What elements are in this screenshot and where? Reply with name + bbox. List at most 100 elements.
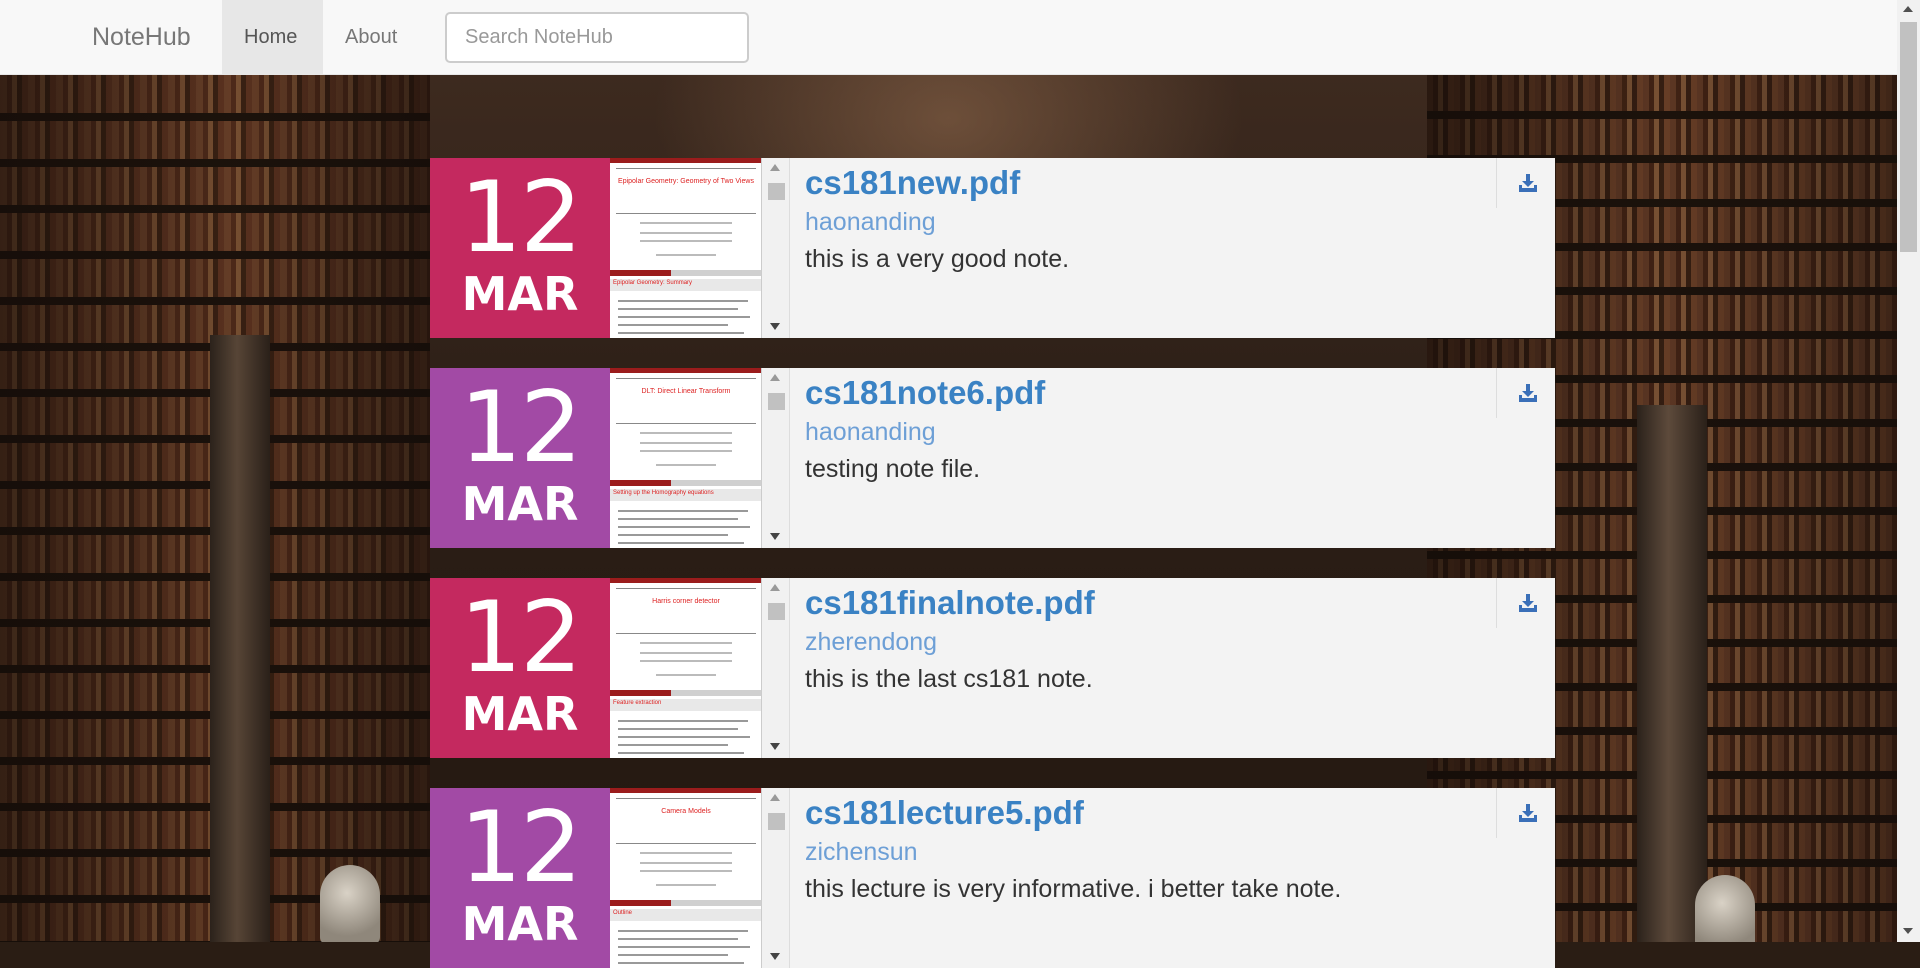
preview-title-box (616, 168, 756, 214)
note-title-link[interactable]: cs181finalnote.pdf (805, 584, 1095, 622)
nav-home[interactable]: Home (222, 0, 323, 74)
preview-scroll-down-icon[interactable] (770, 323, 780, 330)
navbar: NoteHub Home About (0, 0, 1897, 75)
preview-title: Camera Models (661, 808, 711, 815)
preview-slide-content: Epipolar Geometry: Summary (610, 276, 761, 338)
note-info: cs181new.pdf haonanding this is a very g… (805, 158, 1505, 338)
preview-slide-title-page: Harris corner detector (610, 578, 761, 696)
pdf-preview[interactable]: Epipolar Geometry: Geometry of Two Views… (610, 158, 762, 338)
preview-text-line (656, 674, 716, 676)
preview-text-line (618, 332, 744, 334)
note-author-link[interactable]: zichensun (805, 838, 918, 867)
preview-scrollbar[interactable] (762, 368, 790, 548)
download-button[interactable] (1496, 578, 1555, 628)
preview-section-title: Epipolar Geometry: Summary (613, 280, 693, 286)
preview-text-line (618, 316, 750, 318)
date-badge: 12 MAR (430, 158, 610, 338)
preview-scroll-down-icon[interactable] (770, 743, 780, 750)
preview-scrollbar[interactable] (762, 788, 790, 968)
column-right (1637, 405, 1707, 942)
pdf-preview[interactable]: Camera Models Outline (610, 788, 762, 968)
preview-text-line (640, 222, 732, 224)
search-input[interactable] (445, 12, 749, 63)
date-month: MAR (461, 687, 579, 741)
preview-text-line (640, 442, 732, 444)
note-info: cs181note6.pdf haonanding testing note f… (805, 368, 1505, 548)
note-card: 12 MAR Camera Models Outline cs181lectur… (430, 788, 1555, 968)
pdf-preview[interactable]: DLT: Direct Linear Transform Setting up … (610, 368, 762, 548)
preview-title: Epipolar Geometry: Geometry of Two Views (618, 178, 754, 185)
preview-text-line (618, 728, 738, 730)
date-badge: 12 MAR (430, 788, 610, 968)
note-author-link[interactable]: haonanding (805, 418, 936, 447)
download-button[interactable] (1496, 788, 1555, 838)
note-description: this is a very good note. (805, 245, 1070, 273)
preview-section-head (610, 909, 761, 921)
page-scrollbar[interactable] (1897, 0, 1920, 942)
preview-scroll-up-icon[interactable] (770, 584, 780, 591)
nav-about[interactable]: About (323, 0, 423, 74)
date-month: MAR (461, 897, 579, 951)
preview-text-line (618, 510, 748, 512)
preview-scroll-thumb[interactable] (768, 813, 785, 830)
preview-scroll-down-icon[interactable] (770, 953, 780, 960)
download-icon[interactable] (1517, 172, 1539, 194)
download-icon[interactable] (1517, 802, 1539, 824)
preview-slide-title-page: Camera Models (610, 788, 761, 906)
preview-section-title: Outline (613, 910, 633, 916)
preview-text-line (640, 870, 732, 872)
download-icon[interactable] (1517, 592, 1539, 614)
preview-section-title: Setting up the Homography equations (613, 490, 714, 496)
download-icon[interactable] (1517, 382, 1539, 404)
preview-title-box (616, 378, 756, 424)
preview-text-line (640, 852, 732, 854)
preview-scrollbar[interactable] (762, 578, 790, 758)
date-day: 12 (459, 371, 583, 485)
scroll-down-arrow-icon[interactable] (1903, 928, 1913, 934)
preview-slide-title-page: DLT: Direct Linear Transform (610, 368, 761, 486)
preview-text-line (618, 308, 738, 310)
note-author-link[interactable]: zherendong (805, 628, 937, 657)
preview-text-line (618, 752, 744, 754)
note-title-link[interactable]: cs181new.pdf (805, 164, 1020, 202)
preview-title: DLT: Direct Linear Transform (641, 388, 731, 395)
preview-title-box (616, 588, 756, 634)
date-day: 12 (459, 791, 583, 905)
download-button[interactable] (1496, 368, 1555, 418)
preview-text-line (618, 736, 750, 738)
note-info: cs181lecture5.pdf zichensun this lecture… (805, 788, 1505, 968)
preview-section-title: Feature extraction (613, 700, 662, 706)
bust-statue-left (320, 865, 380, 942)
note-title-link[interactable]: cs181lecture5.pdf (805, 794, 1084, 832)
preview-scroll-down-icon[interactable] (770, 533, 780, 540)
scroll-up-arrow-icon[interactable] (1903, 6, 1913, 12)
note-card: 12 MAR Harris corner detector Feature ex… (430, 578, 1555, 758)
download-button[interactable] (1496, 158, 1555, 208)
preview-scroll-thumb[interactable] (768, 603, 785, 620)
preview-scroll-up-icon[interactable] (770, 374, 780, 381)
date-day: 12 (459, 161, 583, 275)
preview-scroll-thumb[interactable] (768, 183, 785, 200)
preview-slide-content: Feature extraction (610, 696, 761, 758)
preview-text-line (618, 938, 738, 940)
pdf-preview[interactable]: Harris corner detector Feature extractio… (610, 578, 762, 758)
preview-scrollbar[interactable] (762, 158, 790, 338)
preview-title: Harris corner detector (652, 598, 720, 605)
note-description: testing note file. (805, 455, 981, 483)
brand-logo[interactable]: NoteHub (92, 0, 191, 75)
date-badge: 12 MAR (430, 368, 610, 548)
preview-text-line (618, 526, 750, 528)
preview-scroll-thumb[interactable] (768, 393, 785, 410)
bust-statue-right (1695, 875, 1755, 942)
preview-title-box (616, 798, 756, 844)
preview-header-bar (610, 578, 761, 583)
preview-text-line (618, 954, 728, 956)
date-badge: 12 MAR (430, 578, 610, 758)
note-author-link[interactable]: haonanding (805, 208, 936, 237)
note-title-link[interactable]: cs181note6.pdf (805, 374, 1045, 412)
scrollbar-thumb[interactable] (1900, 22, 1917, 252)
preview-scroll-up-icon[interactable] (770, 794, 780, 801)
preview-scroll-up-icon[interactable] (770, 164, 780, 171)
preview-text-line (618, 542, 744, 544)
date-month: MAR (461, 477, 579, 531)
